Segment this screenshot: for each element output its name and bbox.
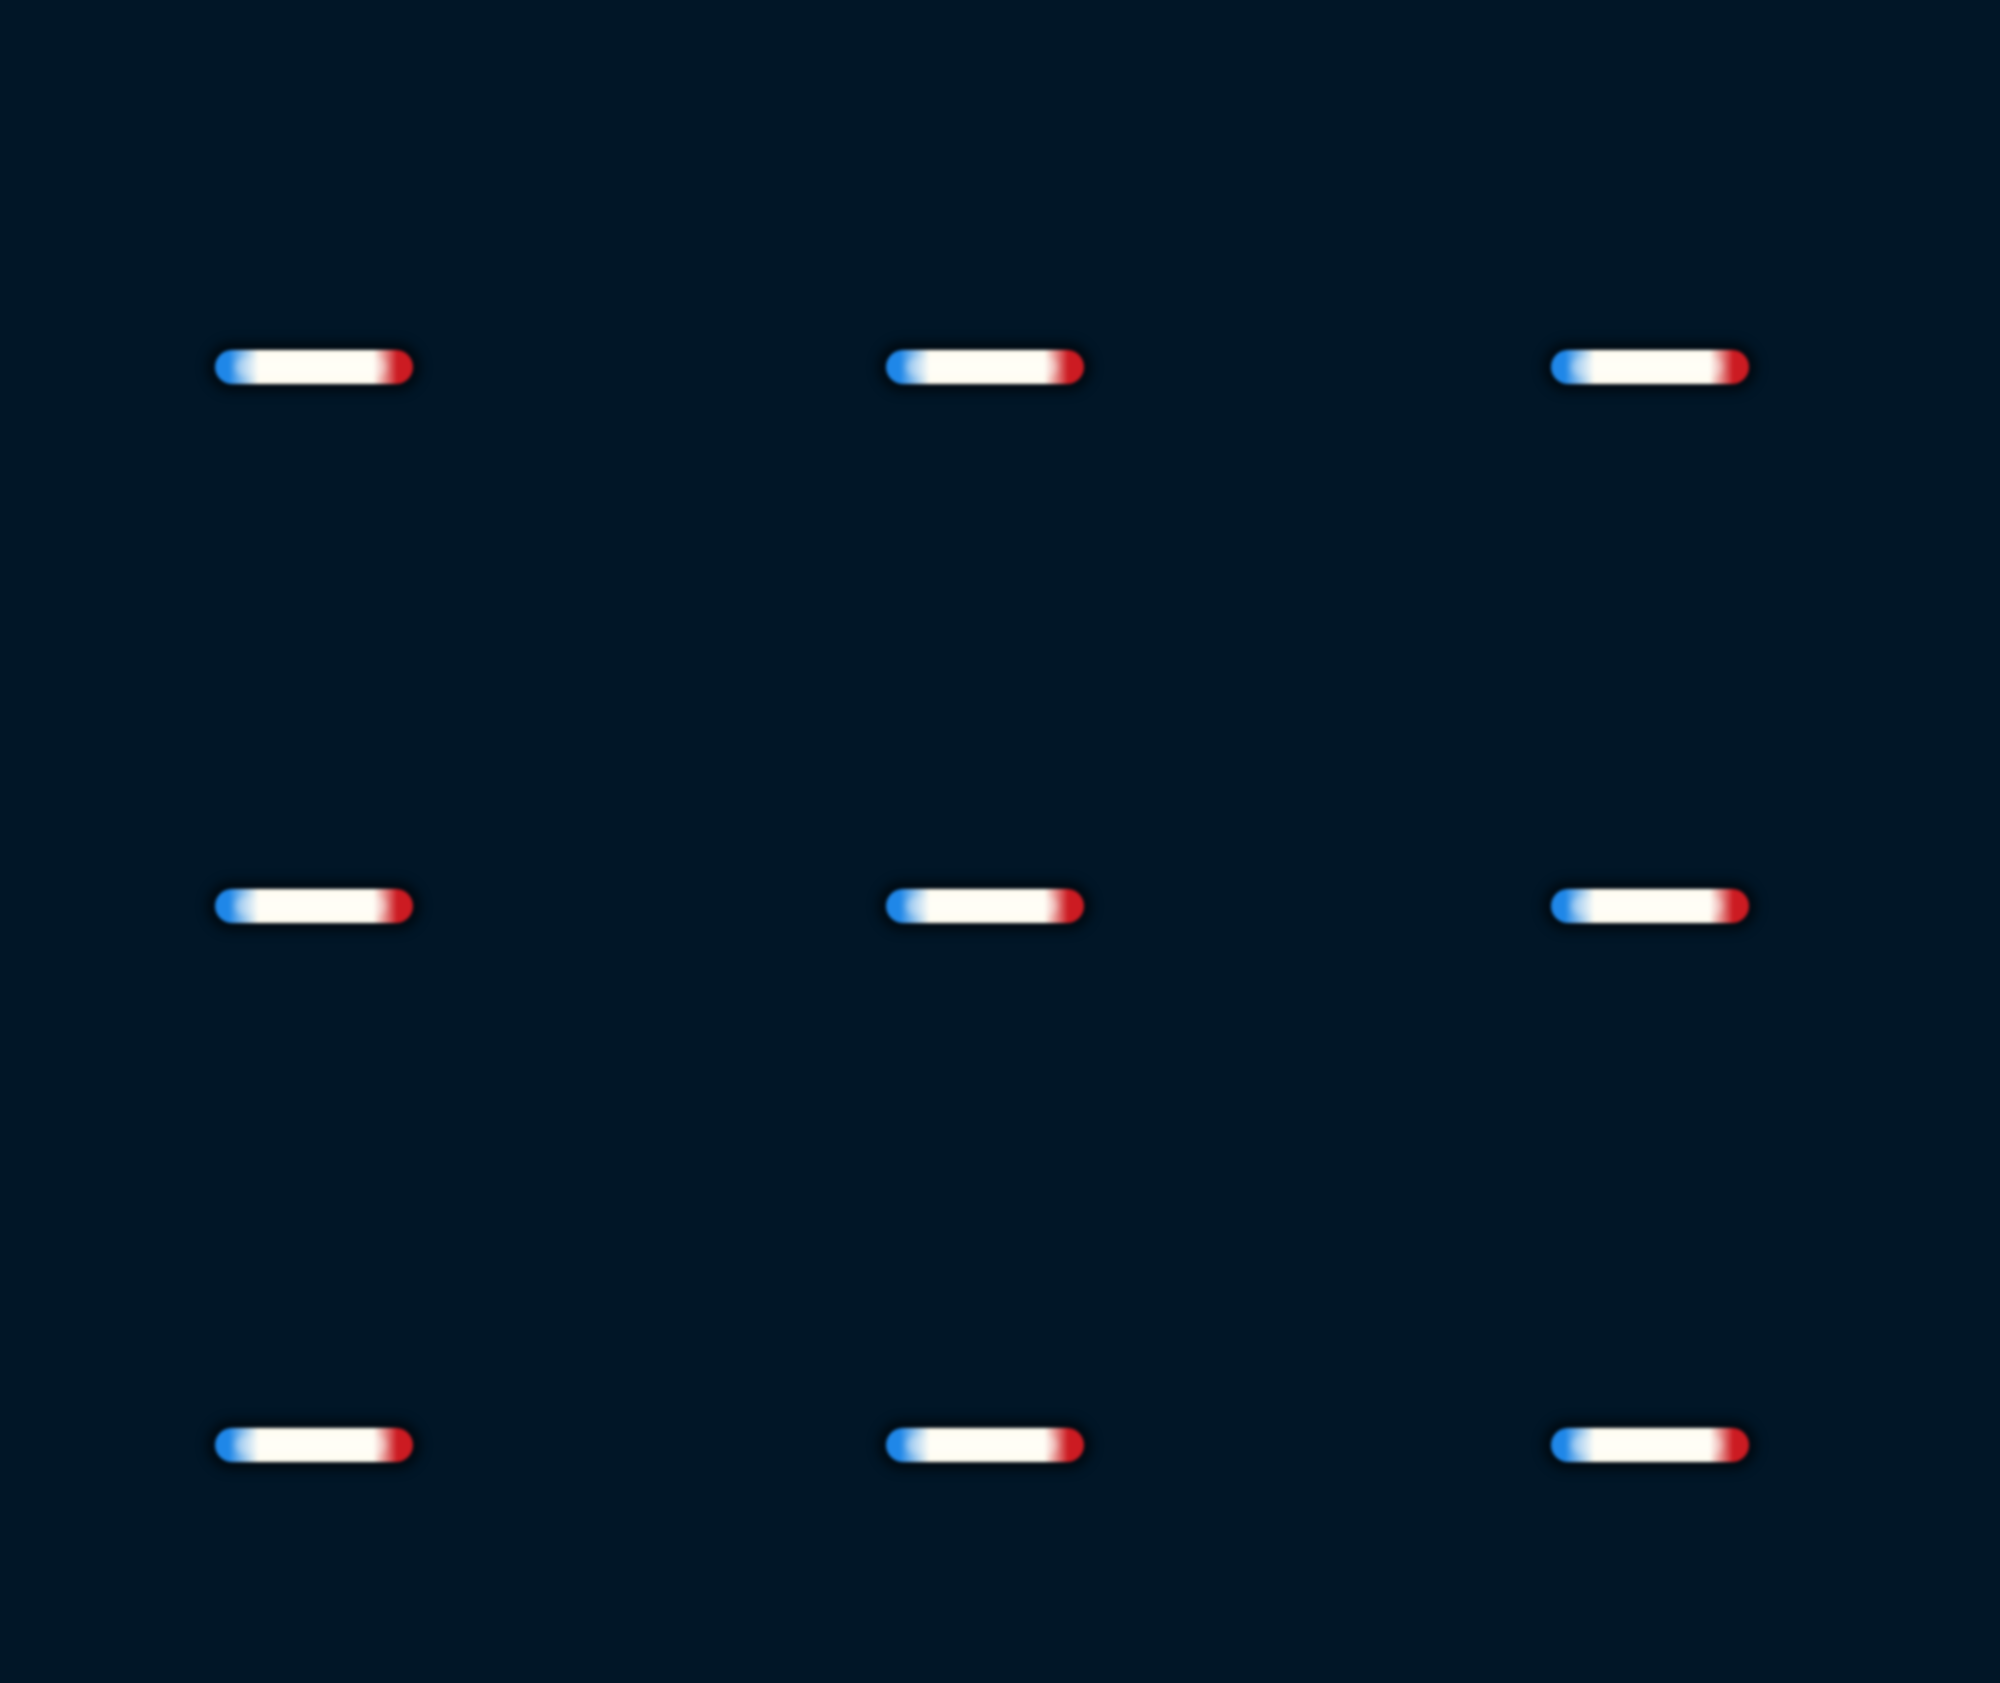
dash-icon — [215, 889, 413, 923]
dash-icon — [886, 889, 1084, 923]
dash-icon — [1551, 889, 1749, 923]
dark-canvas — [0, 0, 2000, 1683]
dash-icon — [215, 1428, 413, 1462]
dash-grid — [0, 0, 2000, 1683]
dash-icon — [1551, 350, 1749, 384]
dash-icon — [1551, 1428, 1749, 1462]
dash-icon — [886, 1428, 1084, 1462]
dash-icon — [886, 350, 1084, 384]
dash-icon — [215, 350, 413, 384]
